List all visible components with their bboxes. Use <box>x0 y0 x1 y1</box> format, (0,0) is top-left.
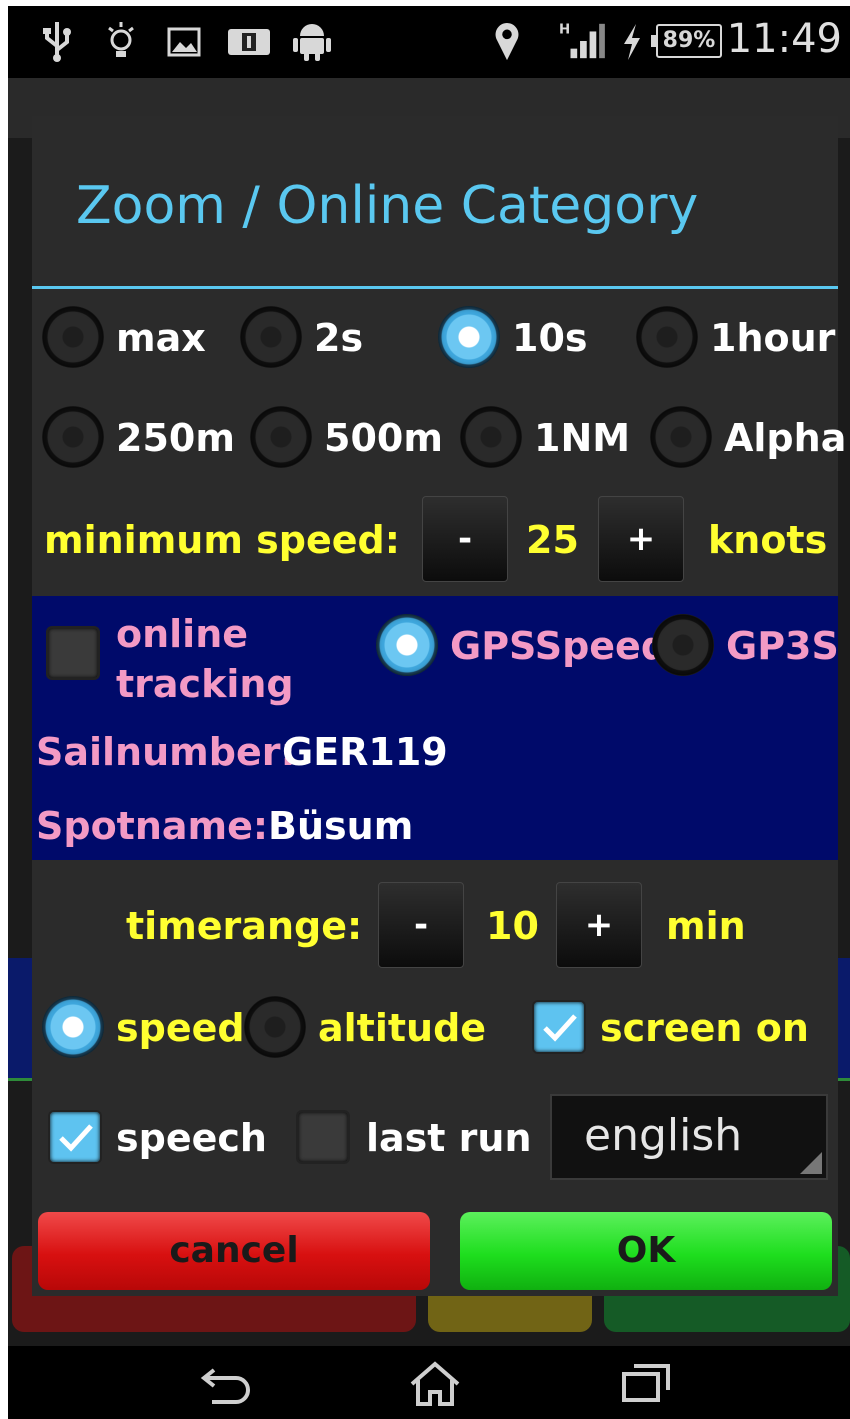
radio-alpha-label[interactable]: Alpha <box>724 416 846 460</box>
radio-speed[interactable] <box>42 996 104 1058</box>
min-speed-label: minimum speed: <box>44 518 400 562</box>
radio-10s-label[interactable]: 10s <box>512 316 588 360</box>
timerange-minus-button[interactable]: - <box>378 882 464 968</box>
screen-on-label[interactable]: screen on <box>600 1006 809 1050</box>
clock: 11:49 <box>726 16 842 62</box>
radio-gpsspeed-label[interactable]: GPSSpeed <box>450 624 668 668</box>
min-speed-minus-button[interactable]: - <box>422 496 508 582</box>
status-bar: H 89% 11:49 <box>8 6 850 78</box>
sailnumber-value[interactable]: GER119 <box>282 730 448 774</box>
zoom-dialog: Zoom / Online Category max 2s 10s 1hour … <box>32 116 846 1296</box>
timerange-unit: min <box>666 904 746 948</box>
language-select[interactable]: english <box>550 1094 828 1180</box>
radio-max[interactable] <box>42 306 104 368</box>
radio-altitude-label[interactable]: altitude <box>318 1006 486 1050</box>
radio-10s[interactable] <box>438 306 500 368</box>
dialog-title: Zoom / Online Category <box>76 176 699 236</box>
radio-1hour[interactable] <box>636 306 698 368</box>
timerange-label: timerange: <box>126 904 363 948</box>
home-icon[interactable] <box>408 1360 462 1408</box>
ok-button[interactable]: OK <box>460 1212 832 1290</box>
online-tracking-label-line2[interactable]: tracking <box>116 662 294 706</box>
radio-500m[interactable] <box>250 406 312 468</box>
radio-altitude[interactable] <box>244 996 306 1058</box>
notification-icon <box>228 29 270 55</box>
signal-icon: H <box>559 22 605 59</box>
navigation-bar <box>8 1346 850 1419</box>
checkmark-icon <box>59 1124 93 1152</box>
svg-text:H: H <box>559 22 570 37</box>
online-tracking-panel: online tracking GPSSpeed GP3S Sailnumber… <box>32 596 839 860</box>
speech-checkbox[interactable] <box>48 1110 102 1164</box>
radio-gp3s-label[interactable]: GP3S <box>726 624 839 668</box>
radio-2s[interactable] <box>240 306 302 368</box>
spotname-label: Spotname: <box>36 804 269 848</box>
radio-alpha[interactable] <box>650 406 712 468</box>
dropdown-corner-icon <box>800 1152 822 1174</box>
battery-indicator: 89% <box>651 24 722 58</box>
location-icon <box>495 23 519 61</box>
min-speed-plus-button[interactable]: + <box>598 496 684 582</box>
radio-gp3s[interactable] <box>652 614 714 676</box>
radio-250m-label[interactable]: 250m <box>116 416 235 460</box>
phone-screen: H 89% 11:49 Zoom / Online Category max 2… <box>8 6 850 1419</box>
image-icon <box>167 27 201 57</box>
last-run-label[interactable]: last run <box>366 1116 532 1160</box>
radio-max-label[interactable]: max <box>116 316 206 360</box>
back-icon[interactable] <box>198 1360 254 1406</box>
radio-500m-label[interactable]: 500m <box>324 416 443 460</box>
usb-icon <box>43 22 71 62</box>
language-select-value: english <box>584 1110 743 1161</box>
android-icon <box>293 24 331 61</box>
speech-label[interactable]: speech <box>116 1116 267 1160</box>
lightbulb-icon <box>108 22 134 57</box>
online-tracking-label-line1[interactable]: online <box>116 612 248 656</box>
timerange-value: 10 <box>486 904 539 948</box>
last-run-checkbox[interactable] <box>296 1110 350 1164</box>
radio-1hour-label[interactable]: 1hour <box>710 316 835 360</box>
min-speed-unit: knots <box>708 518 828 562</box>
cancel-button[interactable]: cancel <box>38 1212 430 1290</box>
radio-1nm[interactable] <box>460 406 522 468</box>
timerange-plus-button[interactable]: + <box>556 882 642 968</box>
sailnumber-label: Sailnumber: <box>36 730 296 774</box>
charging-icon <box>624 24 640 60</box>
min-speed-value: 25 <box>526 518 579 562</box>
screen-on-checkbox[interactable] <box>532 1000 586 1054</box>
checkmark-icon <box>543 1014 577 1042</box>
radio-1nm-label[interactable]: 1NM <box>534 416 630 460</box>
radio-speed-label[interactable]: speed <box>116 1006 245 1050</box>
title-divider <box>32 286 838 289</box>
radio-gpsspeed[interactable] <box>376 614 438 676</box>
radio-2s-label[interactable]: 2s <box>314 316 363 360</box>
online-tracking-checkbox[interactable] <box>46 626 100 680</box>
spotname-value[interactable]: Büsum <box>268 804 413 848</box>
radio-250m[interactable] <box>42 406 104 468</box>
recent-apps-icon[interactable] <box>620 1360 672 1406</box>
